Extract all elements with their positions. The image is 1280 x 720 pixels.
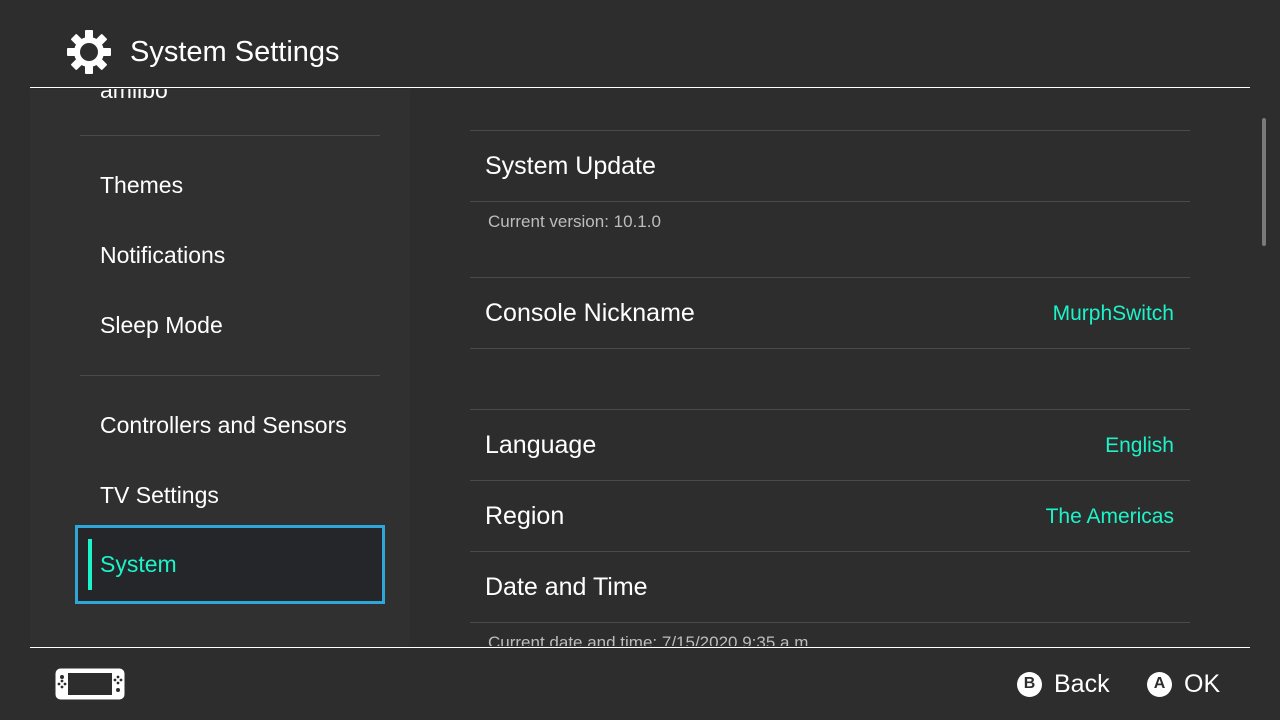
header-divider — [30, 87, 1250, 88]
settings-content: System Update Current version: 10.1.0 Co… — [0, 89, 1280, 646]
region-value: The Americas — [1045, 505, 1174, 528]
row-divider — [470, 622, 1190, 623]
console-nickname-value: MurphSwitch — [1052, 302, 1174, 325]
current-version-text: Current version: 10.1.0 — [488, 212, 661, 231]
language-row[interactable]: Language — [485, 429, 596, 461]
row-divider — [470, 277, 1190, 278]
row-divider — [470, 551, 1190, 552]
current-date-time-text: Current date and time: 7/15/2020 9:35 a.… — [488, 633, 814, 646]
page-title: System Settings — [130, 36, 340, 68]
region-row[interactable]: Region — [485, 500, 564, 532]
a-button-icon: A — [1147, 671, 1172, 697]
date-and-time-row[interactable]: Date and Time — [485, 571, 648, 603]
row-divider — [470, 480, 1190, 481]
console-nickname-row[interactable]: Console Nickname — [485, 297, 695, 329]
ok-button[interactable]: A OK — [1147, 668, 1220, 700]
footer-divider — [30, 647, 1250, 648]
b-button-icon: B — [1017, 671, 1042, 697]
system-update-row[interactable]: System Update — [485, 150, 656, 182]
handheld-console-icon — [55, 668, 125, 700]
row-divider — [470, 130, 1190, 131]
gear-icon — [67, 30, 111, 74]
row-divider — [470, 201, 1190, 202]
row-divider — [470, 348, 1190, 349]
header-bar: System Settings — [0, 0, 1280, 88]
back-label: Back — [1054, 670, 1110, 698]
back-button[interactable]: B Back — [1017, 668, 1110, 700]
language-value: English — [1105, 434, 1174, 457]
scrollbar[interactable] — [1262, 118, 1266, 246]
ok-label: OK — [1184, 670, 1221, 698]
row-divider — [470, 409, 1190, 410]
